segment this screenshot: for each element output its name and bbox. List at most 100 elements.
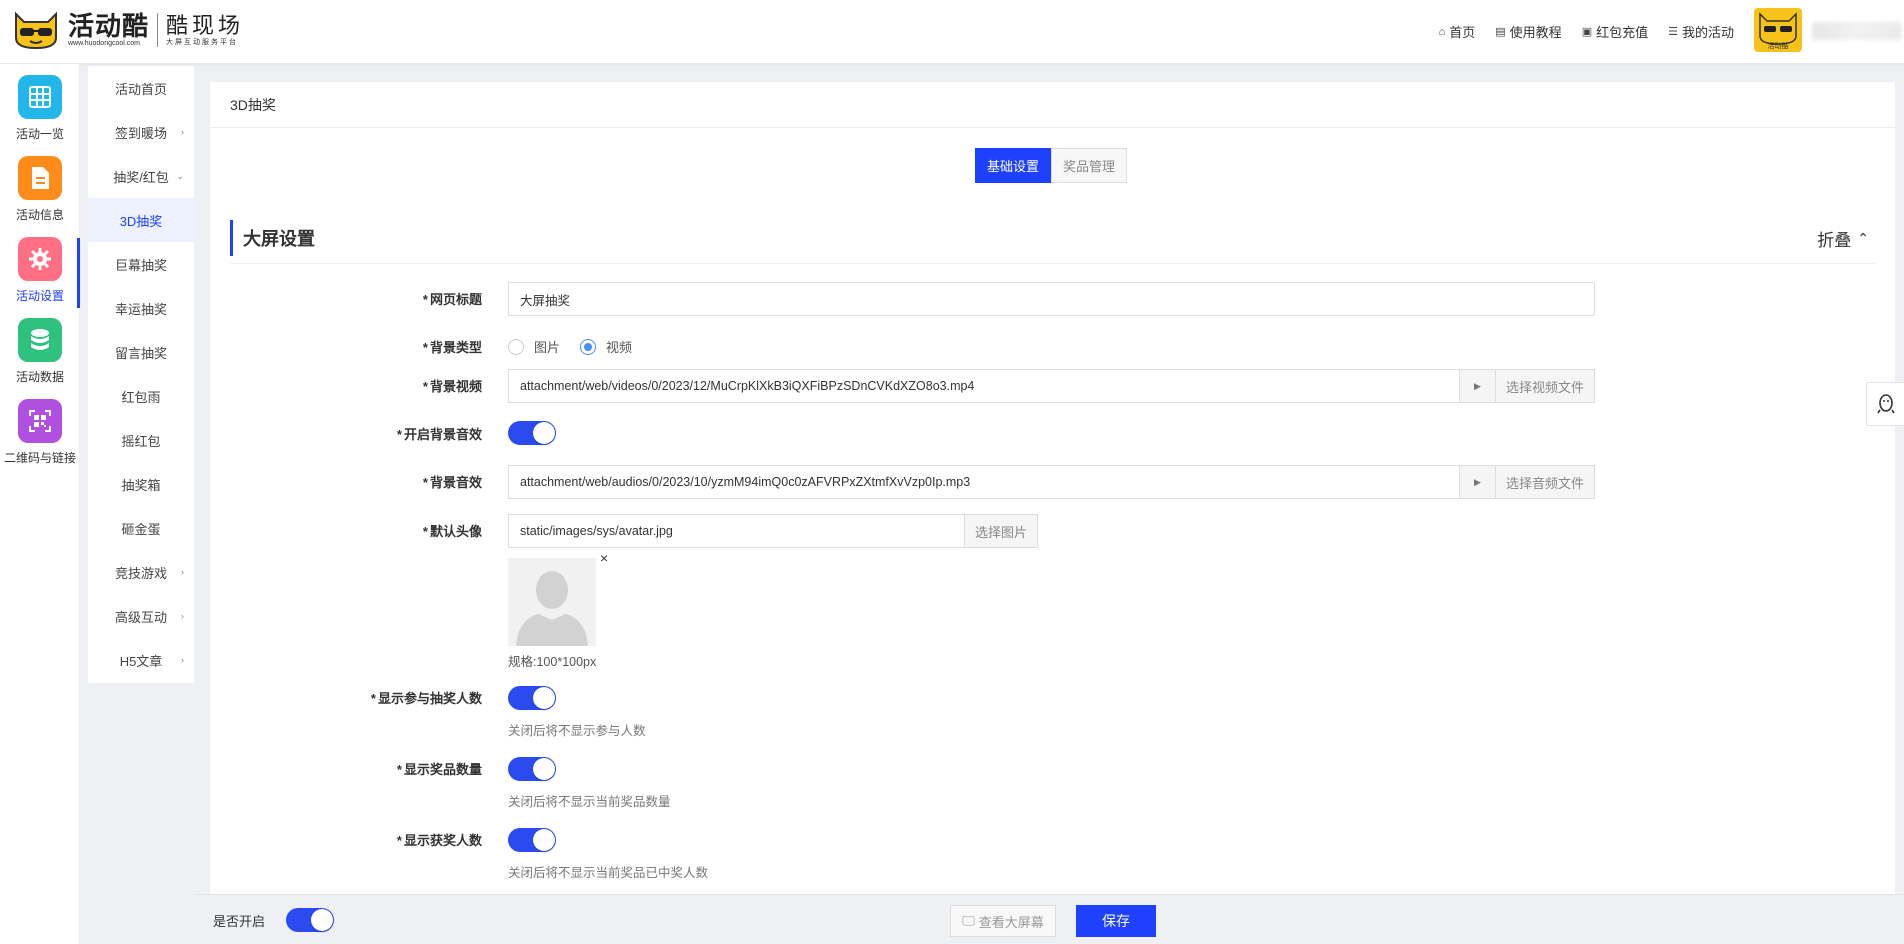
choose-audio-button[interactable]: 选择音频文件	[1495, 465, 1595, 499]
bg-audio-path-input[interactable]: attachment/web/audios/0/2023/10/yzmM94im…	[508, 465, 1460, 499]
nav-recharge[interactable]: ▣ 红包充值	[1582, 22, 1648, 41]
home-icon: ⌂	[1438, 25, 1446, 38]
tab-prize-management[interactable]: 奖品管理	[1051, 148, 1128, 183]
submenu-label: 留言抽奖	[114, 345, 167, 361]
choose-image-button[interactable]: 选择图片	[964, 514, 1038, 548]
rail-item-activity-info[interactable]: 活动信息	[0, 145, 80, 226]
nav-tutorial[interactable]: ▤ 使用教程	[1495, 22, 1561, 41]
default-avatar-path-input[interactable]: static/images/sys/avatar.jpg	[508, 514, 965, 548]
rail-item-activity-settings[interactable]: 活动设置	[0, 226, 80, 308]
bg-type-radio-image[interactable]	[508, 338, 524, 355]
logo-cat-icon	[10, 10, 62, 50]
avatar-label: 活动酷	[1767, 43, 1789, 50]
sub-menu: 活动首页 签到暖场 › 抽奖/红包 ⌄ 3D抽奖 巨幕抽奖 幸运抽奖 留言抽奖 红包…	[88, 66, 194, 683]
rail-item-label: 活动一览	[15, 127, 64, 141]
submenu-label: 高级互动	[114, 609, 167, 625]
bottom-action-bar: 是否开启 🖵 查看大屏幕 保存	[196, 894, 1904, 944]
submenu-item-checkin[interactable]: 签到暖场 ›	[88, 110, 194, 154]
rail-item-label: 二维码与链接	[3, 451, 76, 465]
document-icon: ▤	[1495, 26, 1506, 38]
choose-video-button[interactable]: 选择视频文件	[1495, 369, 1595, 403]
show-participants-toggle[interactable]	[508, 686, 556, 710]
list-icon: ☰	[1668, 26, 1678, 38]
tab-basic-settings[interactable]: 基础设置	[975, 148, 1052, 183]
chevron-right-icon: ›	[181, 567, 184, 577]
enabled-toggle[interactable]	[286, 908, 334, 932]
show-winners-toggle[interactable]	[508, 828, 556, 852]
submenu-label: 巨幕抽奖	[114, 257, 167, 273]
rail-item-activity-data[interactable]: 活动数据	[0, 307, 80, 388]
collapse-button[interactable]: 折叠 ⌃	[1817, 226, 1869, 251]
submenu-item-lottery[interactable]: 抽奖/红包 ⌄	[88, 154, 194, 198]
submenu-item-lottery-box[interactable]: 抽奖箱	[88, 462, 194, 506]
submenu-label: 抽奖/红包	[113, 169, 169, 185]
logo[interactable]: 活动酷 www.huodongcool.com 酷现场 大屏互动服务平台	[10, 10, 244, 50]
username-blurred[interactable]	[1812, 22, 1902, 40]
submenu-label: 签到暖场	[114, 125, 167, 141]
person-silhouette-icon	[508, 558, 596, 646]
form-label-show-prize-count: * 显示奖品数量	[396, 762, 482, 777]
show-prize-count-toggle[interactable]	[508, 757, 556, 781]
submenu-label: 红包雨	[121, 389, 161, 405]
settings-tabs: 基础设置 奖品管理	[975, 148, 1128, 183]
submenu-label: 竞技游戏	[114, 565, 167, 581]
play-icon[interactable]: ▶	[1459, 369, 1496, 403]
logo-sub-tagline: 大屏互动服务平台	[166, 39, 239, 46]
grid-icon	[18, 75, 62, 119]
form-label-show-winners: * 显示获奖人数	[396, 833, 482, 848]
logo-divider	[157, 13, 159, 47]
play-icon[interactable]: ▶	[1459, 465, 1496, 499]
submenu-item-message-lottery[interactable]: 留言抽奖	[88, 330, 194, 374]
bg-audio-input-group: attachment/web/audios/0/2023/10/yzmM94im…	[508, 465, 1595, 499]
form-label-bg-audio-enable: * 开启背景音效	[396, 427, 482, 442]
icon-rail: 活动一览 活动信息 活动设置 活动数据 二维码与链接	[0, 64, 80, 944]
user-avatar[interactable]: 活动酷	[1754, 8, 1802, 52]
nav-tutorial-label: 使用教程	[1509, 25, 1562, 40]
submenu-item-h5-article[interactable]: H5文章 ›	[88, 638, 194, 682]
bg-video-input-group: attachment/web/videos/0/2023/12/MuCrpKlX…	[508, 369, 1595, 403]
show-prize-count-hint: 关闭后将不显示当前奖品数量	[508, 795, 671, 809]
view-screen-button[interactable]: 🖵 查看大屏幕	[950, 905, 1056, 937]
nav-home[interactable]: ⌂ 首页	[1439, 22, 1476, 41]
page-title-input[interactable]: 大屏抽奖	[508, 282, 1595, 316]
bg-audio-enable-toggle[interactable]	[508, 421, 556, 445]
form-label-bg-video: * 背景视频	[422, 379, 482, 394]
submenu-item-games[interactable]: 竞技游戏 ›	[88, 550, 194, 594]
close-icon[interactable]: ×	[600, 550, 608, 566]
nav-my-activities[interactable]: ☰ 我的活动	[1668, 22, 1734, 41]
rail-item-label: 活动设置	[15, 289, 64, 303]
submenu-item-giant-lottery[interactable]: 巨幕抽奖	[88, 242, 194, 286]
bg-video-path-input[interactable]: attachment/web/videos/0/2023/12/MuCrpKlX…	[508, 369, 1460, 403]
rail-item-activity-list[interactable]: 活动一览	[0, 64, 80, 145]
submenu-label: 砸金蛋	[121, 521, 161, 537]
submenu-item-lucky-lottery[interactable]: 幸运抽奖	[88, 286, 194, 330]
bg-type-radio-video[interactable]	[580, 338, 597, 355]
show-winners-hint: 关闭后将不显示当前奖品已中奖人数	[508, 866, 709, 880]
default-avatar-input-group: static/images/sys/avatar.jpg 选择图片	[508, 514, 1038, 548]
submenu-label: 抽奖箱	[121, 477, 161, 493]
form-label-bg-audio: * 背景音效	[422, 475, 482, 490]
submenu-label: 3D抽奖	[119, 213, 163, 229]
submenu-item-3d-lottery[interactable]: 3D抽奖	[88, 198, 194, 242]
form-label-page-title: * 网页标题	[422, 292, 482, 307]
default-avatar-preview	[508, 558, 596, 646]
logo-name: 活动酷	[68, 11, 150, 41]
nav-my-activities-label: 我的活动	[1681, 25, 1734, 40]
submenu-item-red-packet-rain[interactable]: 红包雨	[88, 374, 194, 418]
submenu-label: 幸运抽奖	[114, 301, 167, 317]
customer-service-button[interactable]	[1866, 382, 1904, 426]
submenu-item-advanced[interactable]: 高级互动 ›	[88, 594, 194, 638]
submenu-item-golden-egg[interactable]: 砸金蛋	[88, 506, 194, 550]
rail-item-qrcode[interactable]: 二维码与链接	[0, 388, 80, 469]
submenu-item-home[interactable]: 活动首页	[88, 66, 194, 110]
submenu-label: 摇红包	[121, 433, 161, 449]
save-button[interactable]: 保存	[1076, 905, 1156, 937]
submenu-item-shake-red-packet[interactable]: 摇红包	[88, 418, 194, 462]
bg-type-option-image[interactable]: 图片	[534, 337, 560, 356]
chevron-right-icon: ›	[181, 611, 184, 621]
bg-type-option-video[interactable]: 视频	[606, 337, 632, 356]
enabled-label: 是否开启	[213, 914, 266, 929]
section-title: 大屏设置	[230, 220, 315, 256]
view-screen-label: 查看大屏幕	[978, 914, 1044, 930]
nav-recharge-label: 红包充值	[1596, 25, 1649, 40]
